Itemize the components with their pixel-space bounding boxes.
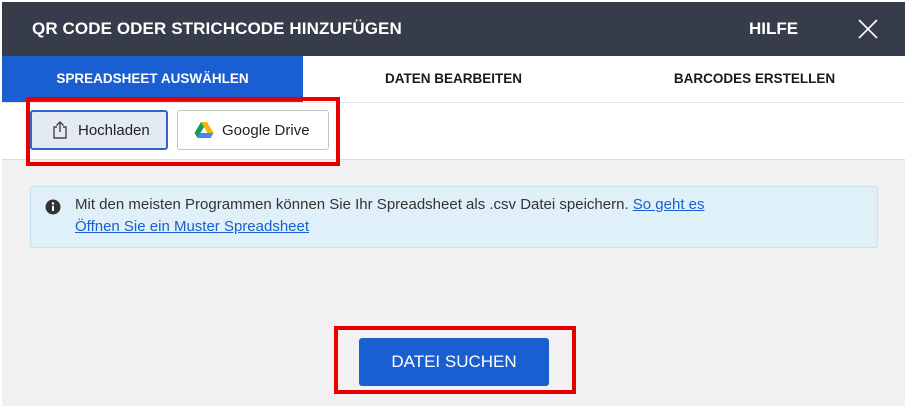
add-barcode-dialog: QR CODE ODER STRICHCODE HINZUFÜGEN HILFE… bbox=[2, 0, 905, 406]
source-selector: Hochladen Google Drive bbox=[2, 103, 905, 160]
tab-create-barcodes[interactable]: BARCODES ERSTELLEN bbox=[604, 56, 905, 102]
dialog-header: QR CODE ODER STRICHCODE HINZUFÜGEN HILFE bbox=[2, 2, 905, 56]
browse-file-button[interactable]: DATEI SUCHEN bbox=[359, 338, 549, 386]
howto-link[interactable]: So geht es bbox=[633, 196, 705, 213]
upload-area: Mit den meisten Programmen können Sie Ih… bbox=[2, 160, 905, 406]
close-icon[interactable] bbox=[857, 18, 879, 40]
info-box: Mit den meisten Programmen können Sie Ih… bbox=[30, 186, 878, 248]
info-icon bbox=[45, 199, 61, 215]
sample-line: Öffnen Sie ein Muster Spreadsheet bbox=[75, 218, 309, 235]
sample-spreadsheet-link[interactable]: Öffnen Sie ein Muster Spreadsheet bbox=[75, 218, 309, 235]
tab-edit-data[interactable]: DATEN BEARBEITEN bbox=[303, 56, 604, 102]
google-drive-label: Google Drive bbox=[222, 121, 310, 139]
help-link[interactable]: HILFE bbox=[749, 2, 798, 56]
info-line: Mit den meisten Programmen können Sie Ih… bbox=[75, 196, 705, 213]
tab-select-spreadsheet[interactable]: SPREADSHEET AUSWÄHLEN bbox=[2, 56, 303, 102]
upload-button[interactable]: Hochladen bbox=[30, 110, 168, 150]
dialog-title: QR CODE ODER STRICHCODE HINZUFÜGEN bbox=[32, 19, 402, 38]
info-text: Mit den meisten Programmen können Sie Ih… bbox=[75, 196, 629, 213]
step-tabs: SPREADSHEET AUSWÄHLEN DATEN BEARBEITEN B… bbox=[2, 56, 905, 103]
google-drive-icon bbox=[194, 120, 214, 140]
upload-label: Hochladen bbox=[78, 121, 150, 139]
upload-icon bbox=[50, 120, 70, 140]
google-drive-button[interactable]: Google Drive bbox=[177, 110, 329, 150]
